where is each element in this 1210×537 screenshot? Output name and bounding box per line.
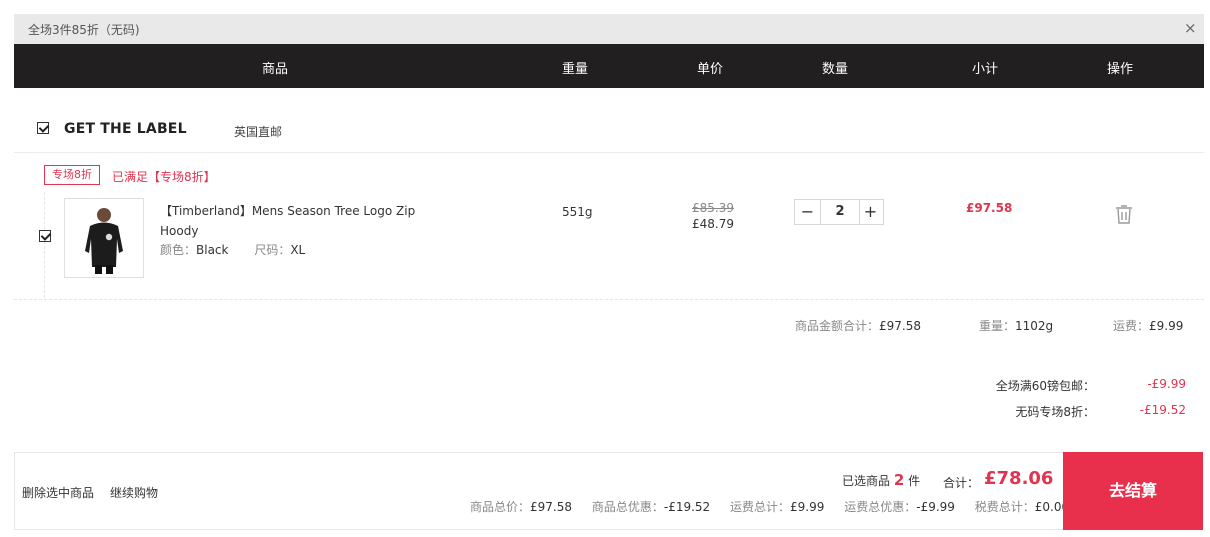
- close-icon[interactable]: ×: [1184, 19, 1197, 37]
- divider: [44, 192, 45, 298]
- price-original: £85.39: [692, 201, 734, 215]
- shipping-total-label: 运费总计：: [730, 500, 791, 514]
- promo-banner: 全场3件85折（无码) ×: [14, 14, 1204, 44]
- store-select-checkbox[interactable]: [37, 122, 49, 134]
- goods-total-value: £97.58: [530, 500, 573, 514]
- size-value: XL: [290, 243, 306, 257]
- column-header-unit-price: 单价: [696, 62, 724, 77]
- column-header-product: 商品: [261, 62, 289, 77]
- weight-summary: 重量：1102g: [979, 317, 1053, 334]
- quantity-input[interactable]: 2: [820, 200, 860, 224]
- discount-label: 无码专场8折：: [1015, 405, 1095, 419]
- item-subtotal: £97.58: [966, 201, 1013, 215]
- weight-value: 1102g: [1015, 319, 1054, 333]
- selected-suffix: 件: [908, 474, 921, 488]
- store-shipping-type: 英国直邮: [234, 125, 283, 139]
- quantity-stepper: − 2 +: [794, 199, 884, 225]
- checkout-button[interactable]: 去结算: [1063, 452, 1203, 530]
- shipping-summary: 运费：£9.99: [1113, 317, 1183, 334]
- trash-icon[interactable]: [1113, 203, 1135, 225]
- column-header-subtotal: 小计: [971, 62, 999, 77]
- goods-total-label: 商品总价：: [470, 500, 531, 514]
- selected-prefix: 已选商品: [842, 474, 891, 488]
- divider: [14, 152, 1204, 153]
- item-weight: 551g: [562, 205, 593, 219]
- price-current: £48.79: [692, 217, 734, 231]
- shipping-discount-label: 运费总优惠：: [844, 500, 917, 514]
- promo-banner-text: 全场3件85折（无码): [28, 23, 140, 37]
- product-name[interactable]: 【Timberland】Mens Season Tree Logo Zip Ho…: [160, 201, 420, 241]
- column-header-weight: 重量: [561, 62, 589, 77]
- product-attributes: 颜色：Black 尺码：XL: [160, 241, 305, 258]
- continue-shopping-link[interactable]: 继续购物: [110, 484, 158, 501]
- divider: [14, 299, 1204, 300]
- goods-amount-label: 商品金额合计：: [795, 319, 880, 333]
- checkout-footer: [14, 452, 1063, 530]
- discount-value: -£19.52: [1139, 403, 1186, 417]
- goods-amount-value: £97.58: [879, 319, 922, 333]
- goods-discount-value: -£19.52: [663, 500, 711, 514]
- product-thumbnail[interactable]: [64, 198, 144, 278]
- quantity-increase-button[interactable]: +: [858, 200, 883, 224]
- shipping-value: £9.99: [1149, 319, 1184, 333]
- shipping-discount-value: -£9.99: [916, 500, 955, 514]
- discount-value: -£9.99: [1147, 377, 1186, 391]
- size-label: 尺码：: [254, 243, 291, 257]
- weight-label: 重量：: [979, 319, 1016, 333]
- promo-badge: 专场8折: [44, 165, 100, 185]
- goods-amount-summary: 商品金额合计：£97.58: [795, 317, 921, 334]
- column-header-quantity: 数量: [821, 62, 849, 77]
- selected-count: 2: [893, 471, 905, 489]
- promo-met-text: 已满足【专场8折】: [112, 170, 216, 184]
- discount-label: 全场满60镑包邮：: [995, 379, 1095, 393]
- shipping-total-value: £9.99: [790, 500, 825, 514]
- totals-breakdown: 商品总价：£97.58 商品总优惠：-£19.52 运费总计：£9.99 运费总…: [470, 498, 1069, 515]
- item-select-checkbox[interactable]: [39, 230, 51, 242]
- hoodie-image: [85, 208, 123, 274]
- total-amount: £78.06: [984, 468, 1054, 489]
- selected-count-summary: 已选商品 2 件: [842, 471, 920, 489]
- color-value: Black: [196, 243, 229, 257]
- shipping-label: 运费：: [1113, 319, 1150, 333]
- tax-total-label: 税费总计：: [974, 500, 1035, 514]
- quantity-decrease-button[interactable]: −: [795, 200, 820, 224]
- goods-discount-label: 商品总优惠：: [591, 500, 664, 514]
- column-header-actions: 操作: [1106, 62, 1134, 77]
- store-name: GET THE LABEL: [64, 121, 187, 137]
- color-label: 颜色：: [160, 243, 197, 257]
- delete-selected-link[interactable]: 删除选中商品: [22, 484, 94, 501]
- total-label: 合计：: [943, 476, 980, 490]
- cart-table-header: 商品 重量 单价 数量 小计 操作: [14, 44, 1204, 88]
